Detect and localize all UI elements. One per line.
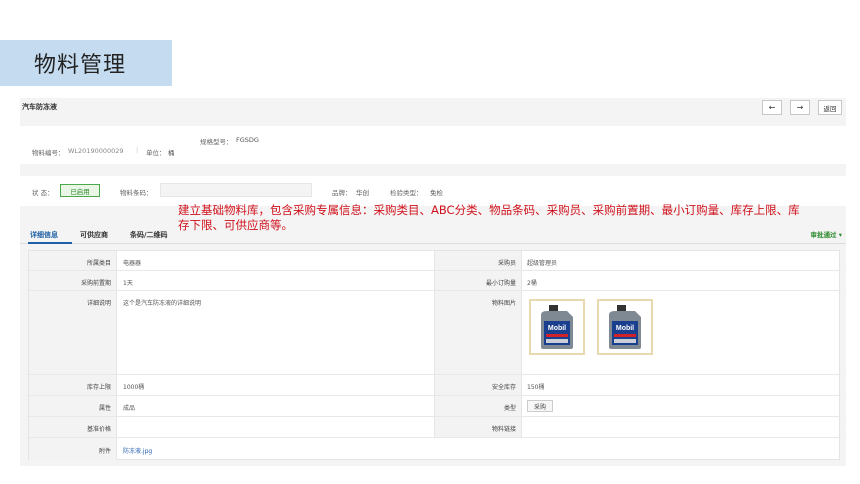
status-label: 状 态：: [32, 189, 54, 197]
spec-label: 规格型号：: [200, 138, 233, 146]
safety-stock-label: 安全库存: [491, 384, 516, 391]
description-value: 这个是汽车防冻液的详细说明: [123, 300, 202, 307]
code-label: 物料编号：: [32, 149, 65, 157]
back-button[interactable]: ←: [762, 100, 782, 115]
price-label: 基准价格: [86, 426, 111, 433]
link-label: 物料链接: [491, 426, 516, 433]
attribute-label: 属性: [98, 405, 111, 412]
lead-time-value: 1天: [123, 280, 133, 287]
detail-grid: 所属类目 电器器 采购员 超级管理员 采购前置期 1天 最小订购量 2桶 详细说…: [28, 250, 841, 460]
attachment-label: 附件: [98, 448, 111, 455]
brand-label: 品牌：: [332, 189, 352, 197]
table-row: 基准价格 物料链接: [29, 417, 841, 438]
moq-value: 2桶: [527, 280, 537, 287]
inspect-label: 检验类型：: [390, 189, 423, 197]
brand-value: 华创: [356, 189, 369, 197]
separator: |: [136, 146, 139, 154]
table-row: 附件 防冻液.jpg: [29, 438, 841, 460]
page-header: 汽车防冻液 ← → 返回: [20, 98, 846, 118]
unit-value: 桶: [168, 149, 175, 157]
code-value: WL20190000029: [68, 147, 124, 155]
photo-label: 物料图片: [491, 300, 516, 307]
product-photo[interactable]: Mobil: [597, 299, 653, 355]
page-title: 汽车防冻液: [22, 103, 57, 111]
category-label: 所属类目: [86, 260, 111, 267]
barcode-label: 物料条码：: [120, 189, 153, 197]
type-tag: 采购: [527, 400, 553, 412]
safety-stock-value: 150桶: [527, 384, 545, 391]
slide-title-text: 物料管理: [34, 53, 127, 78]
oil-jug-icon: Mobil: [541, 305, 573, 349]
buyer-value: 超级管理员: [527, 260, 558, 267]
lead-time-label: 采购前置期: [80, 280, 111, 287]
type-label: 类型: [503, 405, 516, 412]
buyer-label: 采购员: [497, 260, 516, 267]
approve-dropdown[interactable]: 审批通过 ▾: [810, 229, 842, 239]
spec-value: FGSDG: [236, 136, 259, 144]
status-badge: 已启用: [60, 184, 100, 197]
stock-max-value: 1000桶: [123, 384, 145, 391]
tab-barcode[interactable]: 条码/二维码: [130, 230, 168, 240]
photo-brand-text: Mobil: [548, 325, 566, 332]
oil-jug-icon: Mobil: [609, 305, 641, 349]
material-detail-panel: 汽车防冻液 ← → 返回 规格型号： FGSDG 物料编号： WL2019000…: [20, 98, 846, 466]
table-row: 所属类目 电器器 采购员 超级管理员: [29, 251, 841, 271]
attribute-value: 成品: [123, 405, 136, 412]
moq-label: 最小订购量: [485, 280, 516, 287]
product-photo[interactable]: Mobil: [529, 299, 585, 355]
arrow-right-icon: →: [796, 103, 804, 112]
description-label: 详细说明: [86, 300, 111, 307]
tab-suppliers[interactable]: 可供应商: [80, 230, 108, 240]
category-value: 电器器: [123, 260, 142, 267]
basic-info-card: 规格型号： FGSDG 物料编号： WL20190000029 | 单位： 桶: [20, 126, 846, 164]
active-tab-indicator: [28, 242, 72, 244]
unit-label: 单位：: [146, 149, 166, 157]
slide-title: 物料管理: [0, 40, 172, 86]
table-row: 库存上限 1000桶 安全库存 150桶: [29, 375, 841, 396]
table-row: 采购前置期 1天 最小订购量 2桶: [29, 271, 841, 291]
barcode-field[interactable]: [160, 183, 312, 197]
photo-brand-text: Mobil: [616, 325, 634, 332]
attachment-link[interactable]: 防冻液.jpg: [123, 446, 152, 455]
inspect-value: 免检: [430, 189, 443, 197]
tab-details[interactable]: 详细信息: [30, 230, 58, 240]
table-row: 详细说明 这个是汽车防冻液的详细说明 物料图片 Mobil Mobil: [29, 291, 841, 375]
arrow-left-icon: ←: [768, 103, 776, 112]
forward-button[interactable]: →: [790, 100, 810, 115]
return-button[interactable]: 返回: [818, 100, 842, 115]
table-row: 属性 成品 类型 采购: [29, 396, 841, 417]
stock-max-label: 库存上限: [86, 384, 111, 391]
status-card: 状 态： 已启用 物料条码： 品牌： 华创 检验类型： 免检: [20, 176, 846, 206]
annotation-note: 建立基础物料库，包含采购专属信息：采购类目、ABC分类、物品条码、采购员、采购前…: [178, 203, 800, 232]
